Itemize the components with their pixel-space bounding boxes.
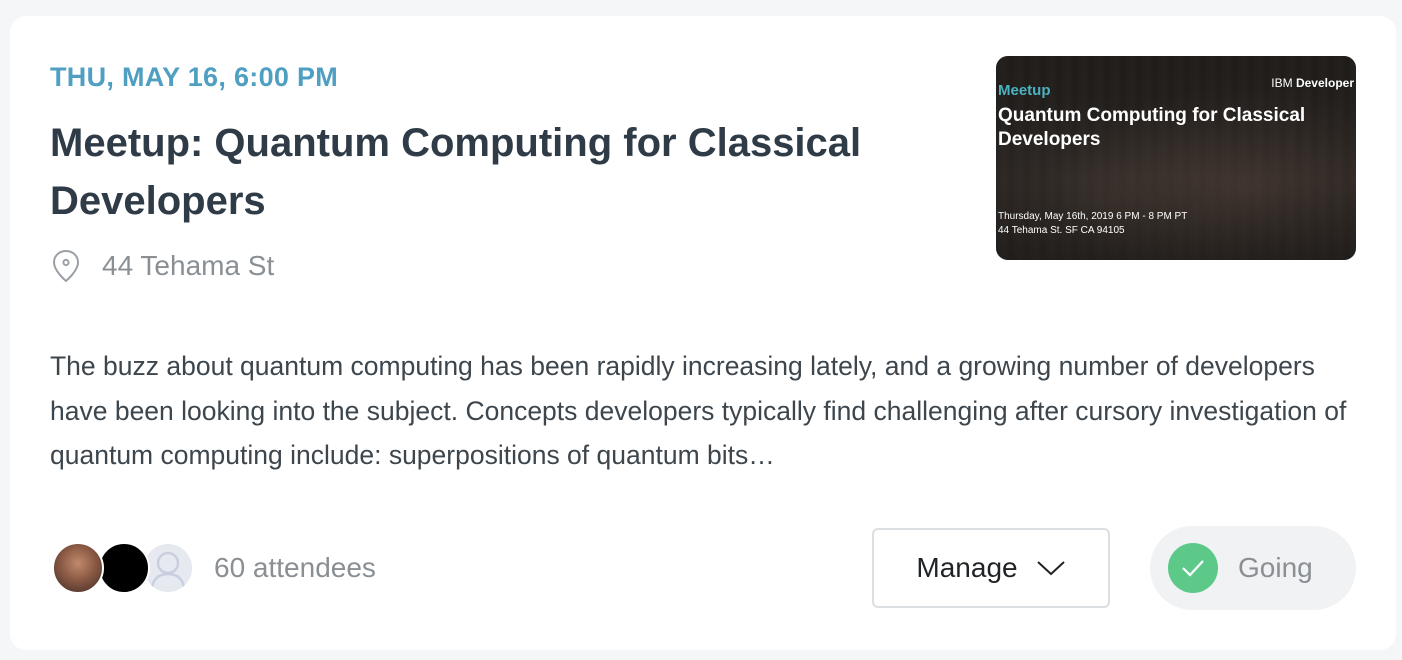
going-rsvp-button[interactable]: Going xyxy=(1150,526,1356,610)
map-pin-icon xyxy=(52,249,80,283)
thumbnail-datetime: Thursday, May 16th, 2019 6 PM - 8 PM PT xyxy=(998,211,1188,222)
person-icon xyxy=(150,551,186,591)
check-icon xyxy=(1182,560,1204,577)
attendees-section[interactable]: 60 attendees xyxy=(52,540,376,596)
thumbnail-address: 44 Tehama St. SF CA 94105 xyxy=(998,225,1125,236)
avatar[interactable] xyxy=(52,542,104,594)
thumbnail-info: Thursday, May 16th, 2019 6 PM - 8 PM PT … xyxy=(998,210,1187,238)
thumbnail-brand-suffix: Developer xyxy=(1295,76,1354,90)
manage-label: Manage xyxy=(916,552,1018,583)
event-thumbnail[interactable]: IBM Developer Meetup Quantum Computing f… xyxy=(996,56,1356,260)
thumbnail-brand-prefix: IBM xyxy=(1271,76,1293,90)
attendee-avatars[interactable] xyxy=(52,540,202,596)
event-description: The buzz about quantum computing has bee… xyxy=(50,351,1347,470)
chevron-down-icon xyxy=(1036,561,1065,576)
event-title[interactable]: Meetup: Quantum Computing for Classical … xyxy=(50,114,930,230)
attendee-count[interactable]: 60 attendees xyxy=(214,552,376,584)
avatar[interactable] xyxy=(98,542,150,594)
thumbnail-kicker: Meetup xyxy=(998,82,1051,99)
location-text: 44 Tehama St xyxy=(102,250,275,281)
manage-dropdown-button[interactable]: Manage xyxy=(872,528,1110,608)
thumbnail-title: Quantum Computing for Classical Develope… xyxy=(998,105,1306,150)
check-circle-icon xyxy=(1168,543,1218,593)
thumbnail-brand: IBM Developer xyxy=(1271,76,1354,90)
going-label: Going xyxy=(1238,552,1313,583)
event-date: THU, MAY 16, 6:00 PM xyxy=(50,62,339,92)
event-card[interactable]: THU, MAY 16, 6:00 PM Meetup: Quantum Com… xyxy=(10,16,1396,650)
event-location: 44 Tehama St xyxy=(50,248,274,284)
